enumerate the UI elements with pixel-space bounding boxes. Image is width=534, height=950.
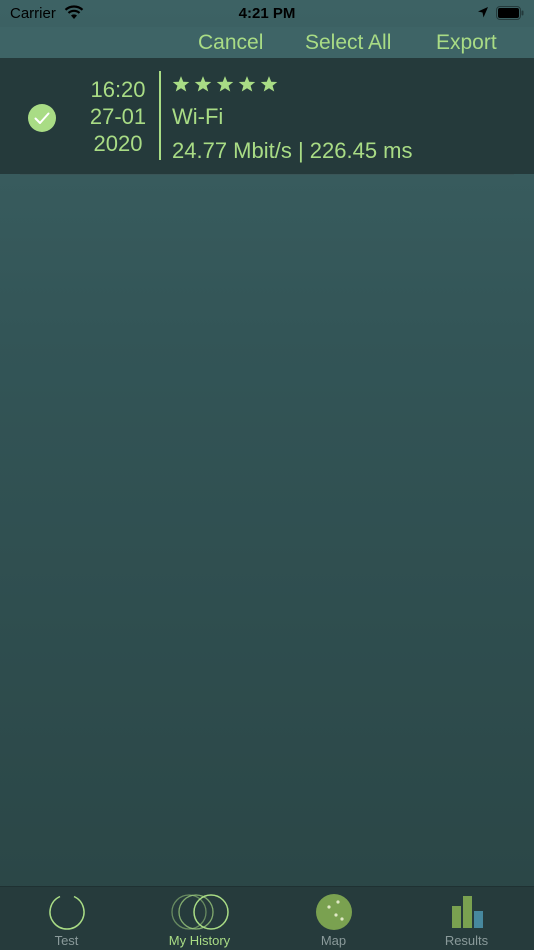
select-all-button[interactable]: Select All	[305, 31, 391, 55]
test-year: 2020	[93, 131, 143, 156]
battery-icon	[496, 6, 524, 24]
star-icon	[238, 76, 256, 92]
date-column: 16:20 27-01 2020	[78, 76, 158, 157]
tab-label: Results	[444, 933, 489, 948]
selected-check-icon[interactable]	[27, 103, 57, 138]
row-separator	[20, 174, 514, 175]
export-button[interactable]: Export	[436, 31, 497, 55]
tab-label: My History	[168, 933, 231, 948]
star-icon	[216, 76, 234, 92]
history-row[interactable]: 16:20 27-01 2020 Wi-Fi 24.77 Mbit/s | 22…	[0, 58, 534, 174]
status-bar: Carrier 4:21 PM	[0, 0, 534, 27]
tab-test[interactable]: Test	[0, 887, 133, 950]
results-icon	[451, 896, 483, 928]
location-arrow-icon	[477, 6, 489, 23]
history-icon	[170, 894, 229, 930]
tab-label: Test	[54, 933, 79, 948]
tab-label: Map	[320, 933, 347, 948]
connection-type: Wi-Fi	[172, 104, 224, 129]
tab-bar: Test My History Map Results	[0, 886, 534, 950]
tab-map[interactable]: Map	[267, 887, 400, 950]
speed-latency: 24.77 Mbit/s | 226.45 ms	[172, 138, 413, 163]
tab-results[interactable]: Results	[400, 887, 533, 950]
clock: 4:21 PM	[238, 5, 296, 22]
test-date: 27-01	[89, 104, 147, 129]
map-icon	[315, 894, 352, 930]
divider	[159, 71, 161, 160]
nav-bar: Cancel Select All Export	[0, 27, 534, 58]
rating-stars	[172, 75, 278, 93]
star-icon	[260, 76, 278, 92]
star-icon	[172, 76, 190, 92]
star-icon	[194, 76, 212, 92]
cancel-button[interactable]: Cancel	[198, 31, 263, 55]
tab-my-history[interactable]: My History	[133, 887, 266, 950]
test-time: 16:20	[90, 77, 146, 102]
test-icon	[48, 895, 85, 930]
